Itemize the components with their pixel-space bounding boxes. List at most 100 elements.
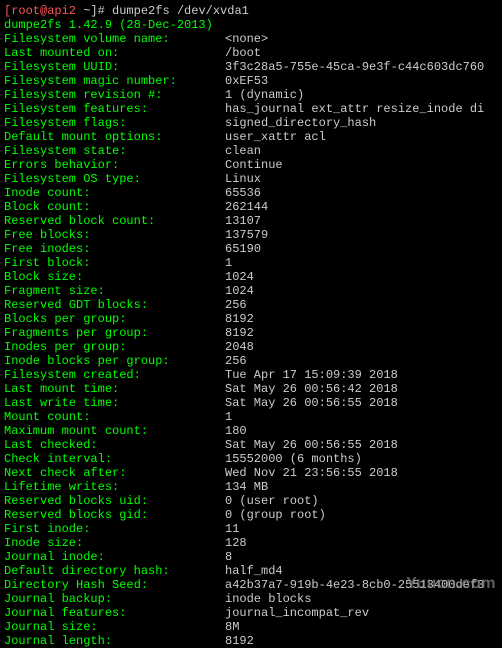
row-label: Filesystem revision #: bbox=[4, 88, 225, 102]
output-row: Lifetime writes:134 MB bbox=[4, 480, 498, 494]
row-label: Last mounted on: bbox=[4, 46, 225, 60]
output-row: Check interval:15552000 (6 months) bbox=[4, 452, 498, 466]
output-row: Errors behavior:Continue bbox=[4, 158, 498, 172]
row-label: Journal backup: bbox=[4, 592, 225, 606]
output-row: Reserved blocks gid:0 (group root) bbox=[4, 508, 498, 522]
row-value: 1024 bbox=[225, 270, 254, 284]
row-value: 128 bbox=[225, 536, 247, 550]
row-value: 8 bbox=[225, 550, 232, 564]
row-label: Last write time: bbox=[4, 396, 225, 410]
output-row: Filesystem magic number:0xEF53 bbox=[4, 74, 498, 88]
row-label: Journal length: bbox=[4, 634, 225, 648]
row-label: Inode blocks per group: bbox=[4, 354, 225, 368]
output-row: Filesystem volume name:<none> bbox=[4, 32, 498, 46]
row-value: 262144 bbox=[225, 200, 268, 214]
row-value: 0 (group root) bbox=[225, 508, 326, 522]
output-row: First block:1 bbox=[4, 256, 498, 270]
output-row: Maximum mount count:180 bbox=[4, 424, 498, 438]
row-label: Journal size: bbox=[4, 620, 225, 634]
output-row: Free inodes:65190 bbox=[4, 242, 498, 256]
output-rows: Filesystem volume name:<none>Last mounte… bbox=[4, 32, 498, 648]
row-label: Journal inode: bbox=[4, 550, 225, 564]
output-row: Filesystem state:clean bbox=[4, 144, 498, 158]
row-value: 256 bbox=[225, 354, 247, 368]
output-row: Journal backup:inode blocks bbox=[4, 592, 498, 606]
row-value: 1024 bbox=[225, 284, 254, 298]
output-row: First inode:11 bbox=[4, 522, 498, 536]
row-value: 8192 bbox=[225, 312, 254, 326]
row-label: Reserved blocks gid: bbox=[4, 508, 225, 522]
row-label: Block size: bbox=[4, 270, 225, 284]
output-row: Reserved block count:13107 bbox=[4, 214, 498, 228]
row-value: inode blocks bbox=[225, 592, 311, 606]
row-label: Block count: bbox=[4, 200, 225, 214]
row-value: 8192 bbox=[225, 634, 254, 648]
output-row: Next check after:Wed Nov 21 23:56:55 201… bbox=[4, 466, 498, 480]
output-row: Default mount options:user_xattr acl bbox=[4, 130, 498, 144]
output-row: Filesystem OS type:Linux bbox=[4, 172, 498, 186]
row-label: Inode size: bbox=[4, 536, 225, 550]
row-value: 2048 bbox=[225, 340, 254, 354]
row-label: First inode: bbox=[4, 522, 225, 536]
output-row: Fragment size:1024 bbox=[4, 284, 498, 298]
row-label: Filesystem features: bbox=[4, 102, 225, 116]
output-row: Journal features:journal_incompat_rev bbox=[4, 606, 498, 620]
row-label: Errors behavior: bbox=[4, 158, 225, 172]
output-row: Journal size:8M bbox=[4, 620, 498, 634]
output-row: Filesystem features:has_journal ext_attr… bbox=[4, 102, 498, 116]
row-value: signed_directory_hash bbox=[225, 116, 376, 130]
row-value: Sat May 26 00:56:55 2018 bbox=[225, 396, 398, 410]
row-value: Continue bbox=[225, 158, 283, 172]
row-value: user_xattr acl bbox=[225, 130, 326, 144]
row-label: Filesystem volume name: bbox=[4, 32, 225, 46]
output-row: Filesystem flags:signed_directory_hash bbox=[4, 116, 498, 130]
prompt-user-host: [root@api2 bbox=[4, 4, 76, 18]
row-label: Lifetime writes: bbox=[4, 480, 225, 494]
output-row: Inode size:128 bbox=[4, 536, 498, 550]
output-row: Inode blocks per group:256 bbox=[4, 354, 498, 368]
row-label: Fragment size: bbox=[4, 284, 225, 298]
row-label: Inodes per group: bbox=[4, 340, 225, 354]
row-value: 1 bbox=[225, 410, 232, 424]
row-label: Free blocks: bbox=[4, 228, 225, 242]
row-value: 137579 bbox=[225, 228, 268, 242]
row-value: 65536 bbox=[225, 186, 261, 200]
row-value: 8192 bbox=[225, 326, 254, 340]
row-value: 8M bbox=[225, 620, 239, 634]
watermark: Yuucn.com bbox=[406, 577, 496, 591]
row-label: Default directory hash: bbox=[4, 564, 225, 578]
row-label: Mount count: bbox=[4, 410, 225, 424]
row-label: Filesystem UUID: bbox=[4, 60, 225, 74]
output-row: Inodes per group:2048 bbox=[4, 340, 498, 354]
row-value: 0xEF53 bbox=[225, 74, 268, 88]
row-label: Next check after: bbox=[4, 466, 225, 480]
row-value: 13107 bbox=[225, 214, 261, 228]
row-label: Reserved block count: bbox=[4, 214, 225, 228]
row-label: Inode count: bbox=[4, 186, 225, 200]
row-value: journal_incompat_rev bbox=[225, 606, 369, 620]
header-line: dumpe2fs 1.42.9 (28-Dec-2013) bbox=[4, 18, 498, 32]
row-value: 3f3c28a5-755e-45ca-9e3f-c44c603dc760 bbox=[225, 60, 484, 74]
output-row: Block size:1024 bbox=[4, 270, 498, 284]
row-value: 11 bbox=[225, 522, 239, 536]
output-row: Journal length:8192 bbox=[4, 634, 498, 648]
output-row: Last mounted on:/boot bbox=[4, 46, 498, 60]
output-row: Filesystem revision #:1 (dynamic) bbox=[4, 88, 498, 102]
row-label: Fragments per group: bbox=[4, 326, 225, 340]
row-label: First block: bbox=[4, 256, 225, 270]
output-row: Mount count:1 bbox=[4, 410, 498, 424]
output-row: Last write time:Sat May 26 00:56:55 2018 bbox=[4, 396, 498, 410]
row-label: Filesystem created: bbox=[4, 368, 225, 382]
output-row: Last checked:Sat May 26 00:56:55 2018 bbox=[4, 438, 498, 452]
row-value: Sat May 26 00:56:42 2018 bbox=[225, 382, 398, 396]
row-value: clean bbox=[225, 144, 261, 158]
row-label: Free inodes: bbox=[4, 242, 225, 256]
output-row: Blocks per group:8192 bbox=[4, 312, 498, 326]
row-value: Linux bbox=[225, 172, 261, 186]
row-label: Check interval: bbox=[4, 452, 225, 466]
row-label: Filesystem flags: bbox=[4, 116, 225, 130]
row-value: 180 bbox=[225, 424, 247, 438]
prompt-line: [root@api2 ~]# dumpe2fs /dev/xvda1 bbox=[4, 4, 498, 18]
output-row: Reserved GDT blocks:256 bbox=[4, 298, 498, 312]
output-row: Last mount time:Sat May 26 00:56:42 2018 bbox=[4, 382, 498, 396]
